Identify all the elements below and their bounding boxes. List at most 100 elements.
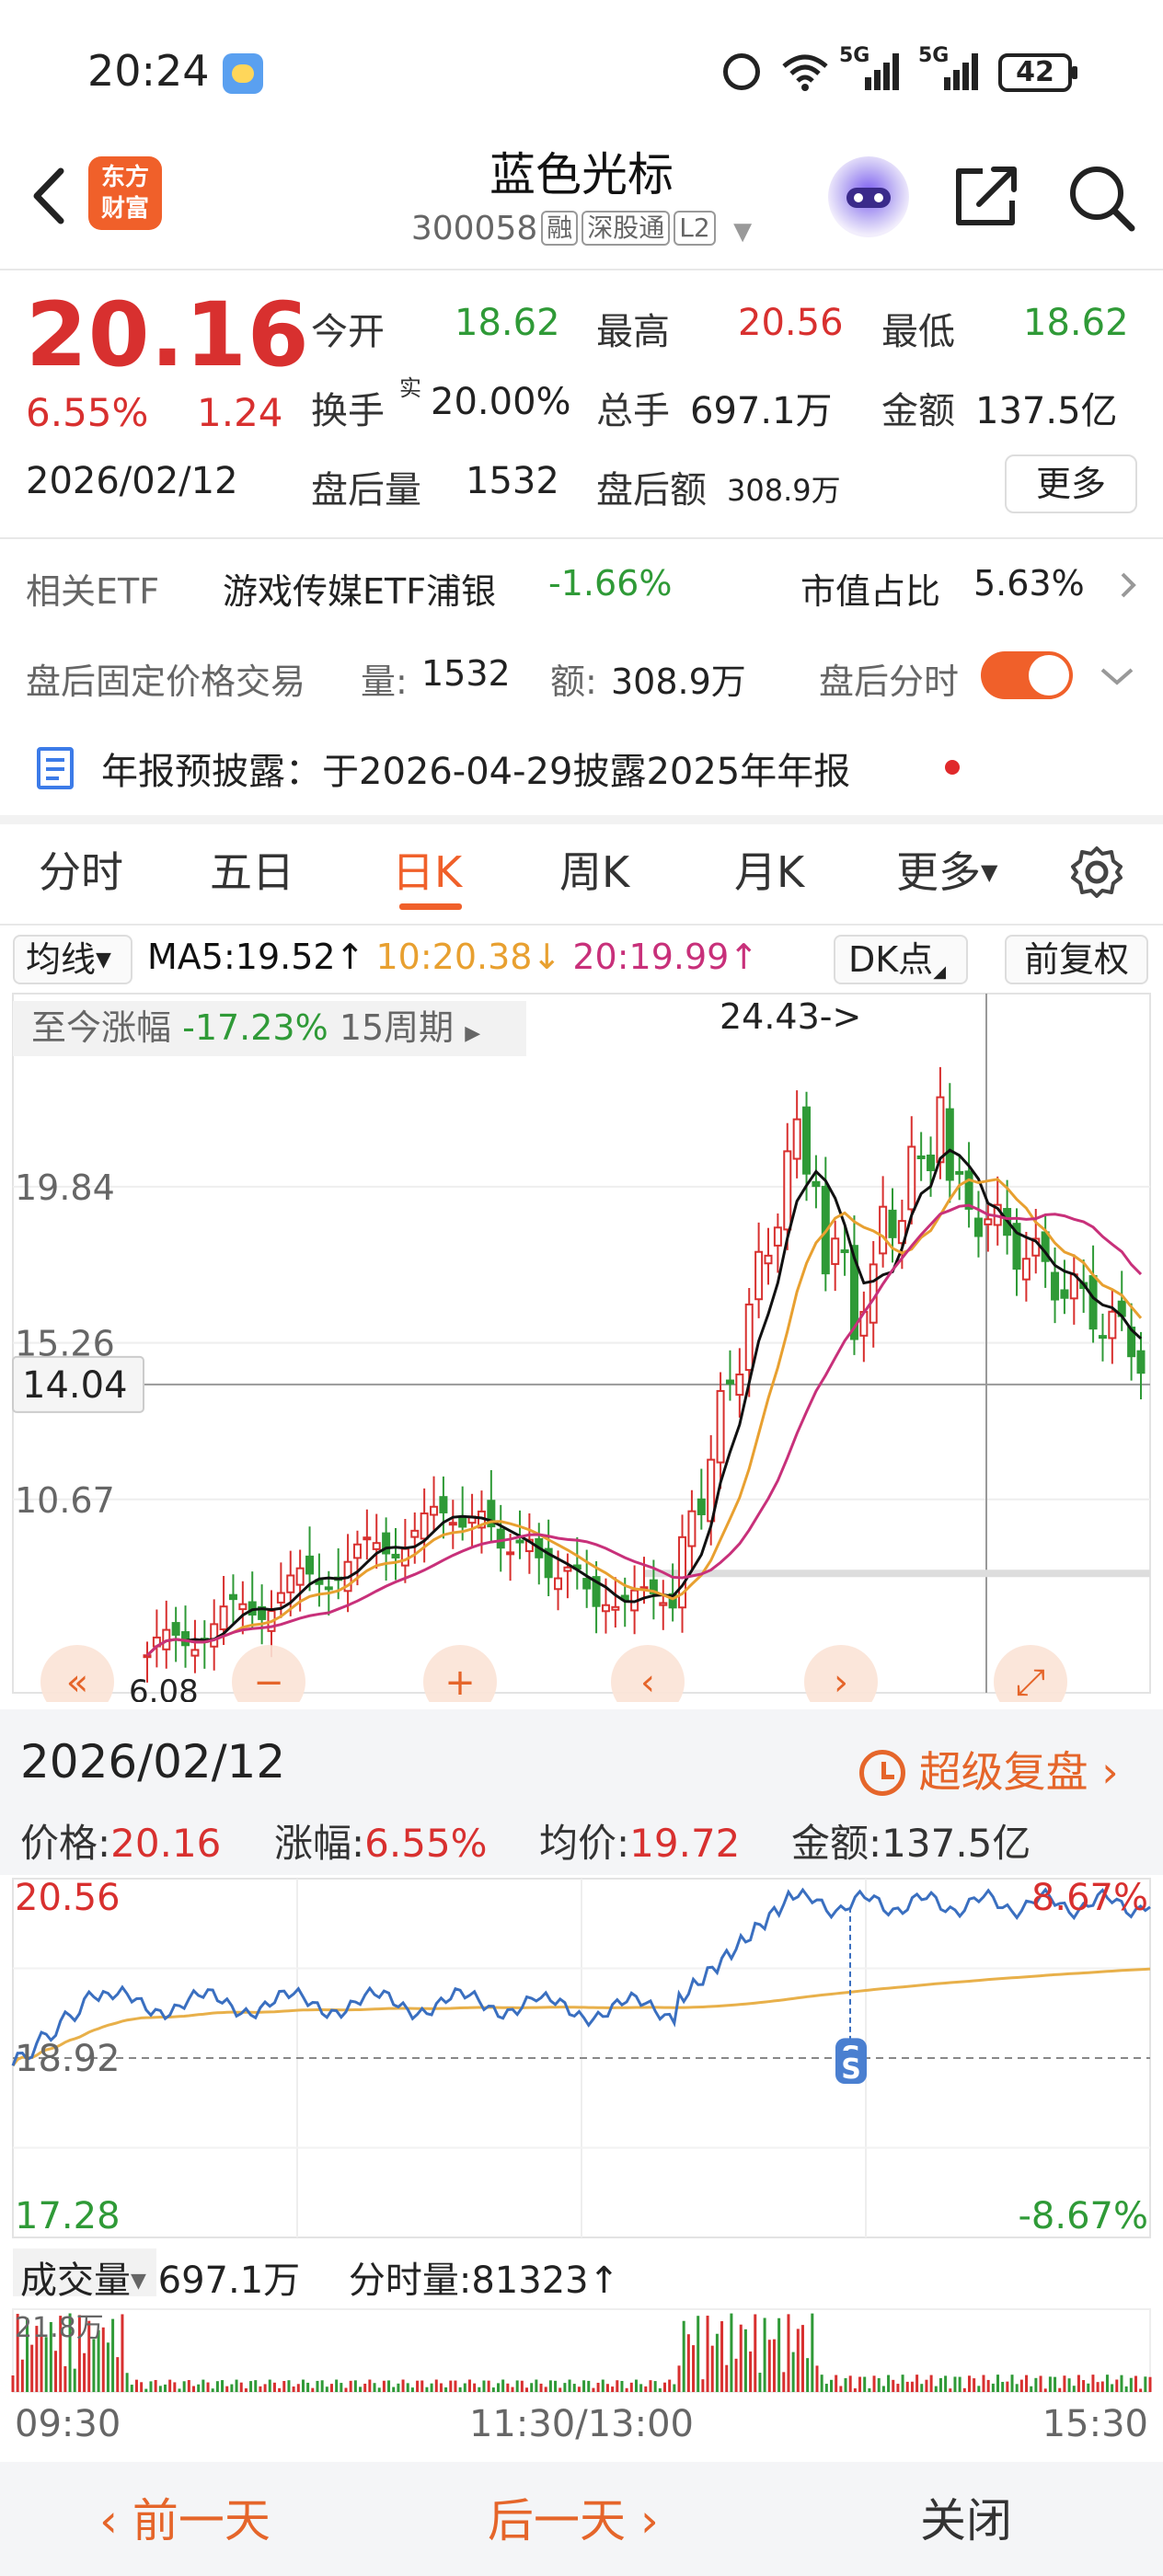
volume-max-label: 21.8万 (15, 2312, 104, 2344)
volume-bar (720, 2321, 724, 2392)
volume-bar (572, 2384, 576, 2392)
status-time: 20:24 (87, 46, 210, 96)
etf-weight-label: 市值占比 (800, 571, 941, 612)
prev-day-button[interactable]: ‹ 前一天 (99, 2484, 271, 2550)
volume-bar (406, 2383, 409, 2392)
volume-bar (482, 2380, 486, 2392)
chevron-right-icon[interactable] (1117, 569, 1139, 602)
kline-candle-body (372, 1542, 381, 1550)
volume-bar (235, 2379, 238, 2392)
tab-intraday[interactable]: 分时 (39, 839, 123, 900)
volume-bar (1054, 2376, 1057, 2392)
volume-bar (263, 2384, 267, 2392)
volume-bar (743, 2329, 747, 2392)
dropdown-caret-icon[interactable]: ▼ (733, 218, 752, 246)
tab-monthly-k[interactable]: 月K (734, 839, 804, 900)
volume-bar (620, 2380, 624, 2392)
kline-chart[interactable]: 19.8415.2610.6714.0424.43->6.08« − + ‹ › ⤢ (0, 984, 1163, 1702)
detail-change-value: 6.55% (364, 1821, 488, 1866)
volume-bar (1077, 2375, 1080, 2392)
volume-bar (1100, 2381, 1104, 2392)
dk-point-button[interactable]: DK点◢ (834, 935, 968, 984)
high-label: 最高 (596, 311, 670, 353)
volume-bar (168, 2379, 172, 2392)
volume-bar (430, 2383, 433, 2392)
corner-caret-icon: ◢ (933, 962, 947, 982)
tab-weekly-k[interactable]: 周K (559, 839, 629, 900)
ai-assistant-icon[interactable] (828, 156, 909, 237)
max-price-label: 24.43-> (720, 996, 861, 1037)
next-day-button[interactable]: 后一天 › (488, 2484, 659, 2550)
volume-bar (335, 2379, 339, 2392)
etf-name[interactable]: 游戏传媒ETF浦银 (223, 563, 496, 614)
gear-icon[interactable] (1069, 845, 1124, 900)
kline-candle-body (735, 1373, 744, 1397)
volume-bar (863, 2376, 867, 2392)
volume-bar (853, 2388, 857, 2392)
volume-bar (658, 2387, 662, 2392)
volume-bar (815, 2365, 819, 2392)
volume-bar (710, 2345, 714, 2392)
last-price: 20.16 (26, 283, 310, 386)
volume-bar (986, 2379, 990, 2392)
chevron-left-icon: ‹ (99, 2494, 132, 2547)
intraday-chart[interactable]: SS20.5618.9217.288.67%-8.67%21.8万09:3011… (0, 1877, 1163, 2447)
volume-bar (958, 2376, 961, 2392)
more-button[interactable]: 更多 (1005, 454, 1137, 513)
volume-bar (221, 2380, 225, 2392)
kline-candle-body (143, 1654, 152, 1659)
volume-bar (344, 2387, 348, 2392)
tabs-divider (0, 924, 1163, 926)
annual-report-notice[interactable]: 年报预披露：于2026-04-29披露2025年年报 (101, 742, 850, 795)
volume-bar (116, 2357, 120, 2392)
volume-bar (629, 2382, 633, 2392)
tab-five-day[interactable]: 五日 (210, 839, 294, 900)
tab-more[interactable]: 更多▼ (896, 839, 997, 900)
volume-bar (977, 2386, 981, 2392)
open-value: 18.62 (455, 302, 560, 344)
volume-bar (215, 2381, 219, 2392)
volume-bar (259, 2386, 262, 2392)
period-change-box[interactable]: 至今涨幅 -17.23% 15周期 ▶ (13, 1001, 526, 1056)
share-icon[interactable] (951, 164, 1021, 228)
section-divider (0, 815, 1163, 824)
detail-price-label: 价格: (20, 1821, 111, 1866)
kline-candle-body (563, 1566, 572, 1572)
volume-bar (254, 2380, 258, 2392)
volume-bar (1067, 2378, 1071, 2392)
volume-bar (772, 2339, 776, 2392)
volume-value: 697.1万 (690, 390, 833, 432)
close-button[interactable]: 关闭 (920, 2484, 1012, 2550)
volume-bar (596, 2382, 600, 2392)
volume-bar (558, 2387, 562, 2392)
volume-bar (178, 2388, 181, 2392)
kline-candle-body (286, 1574, 295, 1593)
after-hours-vol-label: 量: (361, 661, 408, 702)
kline-candle-body (916, 1155, 926, 1159)
volume-bar (30, 2344, 34, 2392)
kline-candle-body (506, 1551, 515, 1556)
volume-bar (611, 2386, 615, 2392)
after-hours-toggle[interactable] (981, 651, 1073, 699)
volume-bar (872, 2375, 876, 2392)
volume-bar (887, 2375, 891, 2392)
wifi-icon (782, 54, 828, 91)
kline-candle-body (1088, 1275, 1098, 1330)
volume-bar (1120, 2375, 1123, 2392)
adjust-button[interactable]: 前复权 (1005, 935, 1148, 984)
volume-bar (949, 2388, 952, 2392)
time-mid-label: 11:30/13:00 (469, 2403, 694, 2445)
volume-bar (1039, 2375, 1042, 2392)
chevron-down-icon[interactable] (1099, 664, 1135, 688)
volume-bar (230, 2384, 234, 2392)
indicator-select[interactable]: 均线▼ (13, 935, 132, 984)
volume-bar (73, 2368, 76, 2392)
volume-bar (11, 2375, 15, 2392)
low-value: 18.62 (1023, 302, 1129, 344)
kline-candle-body (764, 1254, 773, 1265)
battery-icon: 42 (998, 53, 1077, 92)
search-icon[interactable] (1065, 162, 1135, 232)
volume-total: 697.1万 (157, 2260, 301, 2302)
tab-daily-k[interactable]: 日K (392, 839, 462, 900)
super-replay-button[interactable]: 超级复盘 › (859, 1739, 1119, 1800)
